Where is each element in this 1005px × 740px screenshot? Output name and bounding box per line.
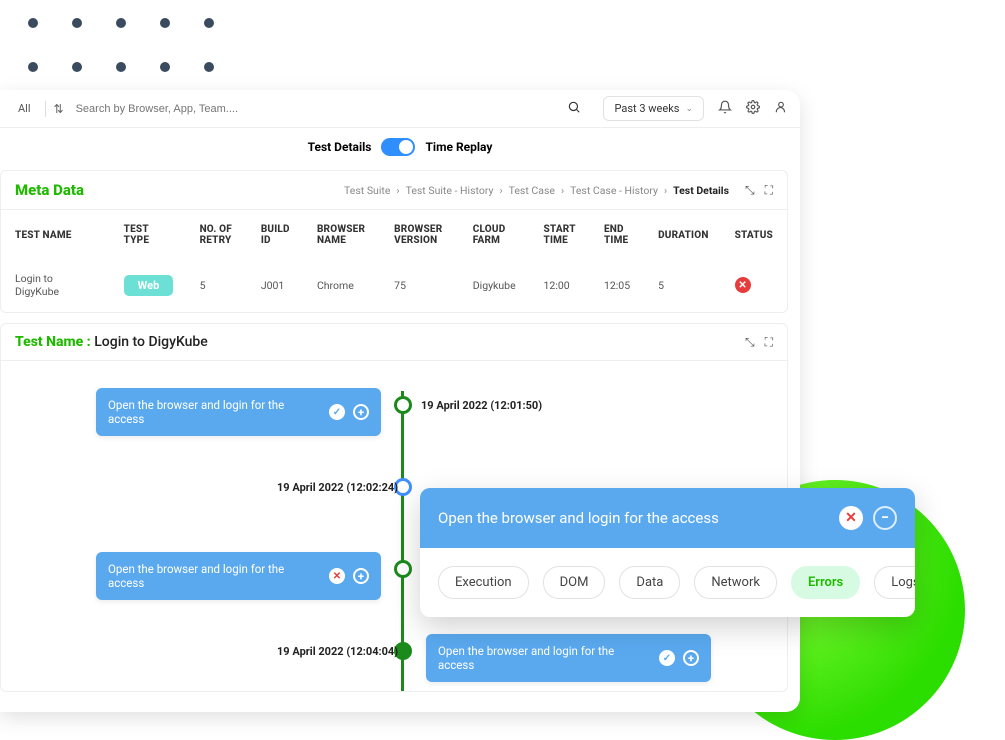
search-icon[interactable] xyxy=(567,100,581,118)
step-detail-panel: Open the browser and login for the acces… xyxy=(420,488,915,617)
user-icon[interactable] xyxy=(774,100,788,118)
chevron-down-icon: ⌄ xyxy=(685,104,693,114)
plus-icon[interactable]: + xyxy=(353,568,369,584)
cell-status: ✕ xyxy=(723,260,785,310)
test-title-label: Test Name : xyxy=(15,334,91,350)
test-title-value: Login to DigyKube xyxy=(94,334,208,350)
col-header: BROWSER VERSION xyxy=(382,212,459,258)
crumb[interactable]: Test Case - History xyxy=(570,184,658,197)
step-text: Open the browser and login for the acces… xyxy=(438,644,651,672)
timestamp: 19 April 2022 (12:02:24) xyxy=(277,481,398,494)
tab-dom[interactable]: DOM xyxy=(543,566,606,599)
table-row: Login to DigyKube Web 5 J001 Chrome 75 D… xyxy=(3,260,785,310)
timeline-node[interactable] xyxy=(394,396,412,414)
tab-errors[interactable]: Errors xyxy=(791,566,860,599)
cell-farm: Digykube xyxy=(461,260,530,310)
bell-icon[interactable] xyxy=(718,100,732,118)
plus-icon[interactable]: + xyxy=(683,650,699,666)
col-header: START TIME xyxy=(532,212,590,258)
col-header: BUILD ID xyxy=(249,212,303,258)
tab-logs[interactable]: Logs xyxy=(874,566,915,599)
toggle-row: Test Details Time Replay xyxy=(0,128,800,166)
step-text: Open the browser and login for the acces… xyxy=(108,398,321,426)
cell-start: 12:00 xyxy=(532,260,590,310)
date-filter[interactable]: Past 3 weeks ⌄ xyxy=(603,96,704,121)
toggle-right-label: Time Replay xyxy=(425,140,492,154)
search-wrap xyxy=(72,97,560,121)
topbar: All ⇅ Past 3 weeks ⌄ xyxy=(0,90,800,128)
col-header: STATUS xyxy=(723,212,785,258)
col-header: DURATION xyxy=(646,212,721,258)
timestamp: 19 April 2022 (12:04:04) xyxy=(277,645,398,658)
cell-browser: Chrome xyxy=(305,260,380,310)
error-icon: ✕ xyxy=(329,568,345,584)
badge-web: Web xyxy=(124,275,174,296)
gear-icon[interactable] xyxy=(746,100,760,118)
tab-data[interactable]: Data xyxy=(619,566,680,599)
cell-browser-ver: 75 xyxy=(382,260,459,310)
meta-card: Meta Data Test Suite› Test Suite - Histo… xyxy=(0,170,788,313)
cell-build: J001 xyxy=(249,260,303,310)
date-filter-label: Past 3 weeks xyxy=(614,102,679,115)
plus-icon[interactable]: + xyxy=(353,404,369,420)
app-panel: All ⇅ Past 3 weeks ⌄ Test Details Time R… xyxy=(0,90,800,712)
cell-retry: 5 xyxy=(188,260,247,310)
filter-all[interactable]: All xyxy=(12,98,37,119)
meta-table: TEST NAME TEST TYPE NO. OF RETRY BUILD I… xyxy=(1,210,787,312)
meta-title: Meta Data xyxy=(15,181,84,199)
filter-icon[interactable]: ⇅ xyxy=(54,102,64,116)
cell-test-type: Web xyxy=(112,260,186,310)
expand-icon[interactable]: ⛶ xyxy=(765,183,773,198)
detail-tabs: Execution DOM Data Network Errors Logs xyxy=(420,548,915,617)
search-input[interactable] xyxy=(72,97,560,121)
view-toggle[interactable] xyxy=(381,138,415,156)
col-header: BROWSER NAME xyxy=(305,212,380,258)
expand-icon[interactable]: ⛶ xyxy=(765,335,773,350)
collapse-icon[interactable]: ⤡ xyxy=(745,183,755,198)
detail-title: Open the browser and login for the acces… xyxy=(438,509,719,527)
tab-network[interactable]: Network xyxy=(694,566,777,599)
toggle-left-label: Test Details xyxy=(308,140,372,154)
crumb-active: Test Details xyxy=(673,184,729,197)
cell-duration: 5 xyxy=(646,260,721,310)
step-pill[interactable]: Open the browser and login for the acces… xyxy=(96,552,381,600)
fail-icon: ✕ xyxy=(735,277,751,293)
col-header: TEST TYPE xyxy=(112,212,186,258)
check-icon: ✓ xyxy=(659,650,675,666)
crumb[interactable]: Test Suite xyxy=(344,184,390,197)
test-title: Test Name : Login to DigyKube xyxy=(15,334,208,350)
timestamp: 19 April 2022 (12:01:50) xyxy=(421,399,542,412)
tab-execution[interactable]: Execution xyxy=(438,566,529,599)
minimize-icon[interactable]: − xyxy=(873,506,897,530)
crumb[interactable]: Test Suite - History xyxy=(406,184,494,197)
check-icon: ✓ xyxy=(329,404,345,420)
close-icon[interactable]: ✕ xyxy=(839,506,863,530)
cell-end: 12:05 xyxy=(592,260,644,310)
crumb[interactable]: Test Case xyxy=(509,184,555,197)
detail-header: Open the browser and login for the acces… xyxy=(420,488,915,548)
cell-test-name: Login to DigyKube xyxy=(3,260,110,310)
col-header: TEST NAME xyxy=(3,212,110,258)
collapse-icon[interactable]: ⤡ xyxy=(745,335,755,350)
breadcrumbs: Test Suite› Test Suite - History› Test C… xyxy=(344,184,729,197)
col-header: END TIME xyxy=(592,212,644,258)
col-header: NO. OF RETRY xyxy=(188,212,247,258)
col-header: CLOUD FARM xyxy=(461,212,530,258)
step-pill[interactable]: Open the browser and login for the acces… xyxy=(96,388,381,436)
step-pill[interactable]: Open the browser and login for the acces… xyxy=(426,634,711,682)
divider xyxy=(45,101,46,117)
timeline-node[interactable] xyxy=(394,560,412,578)
step-text: Open the browser and login for the acces… xyxy=(108,562,321,590)
